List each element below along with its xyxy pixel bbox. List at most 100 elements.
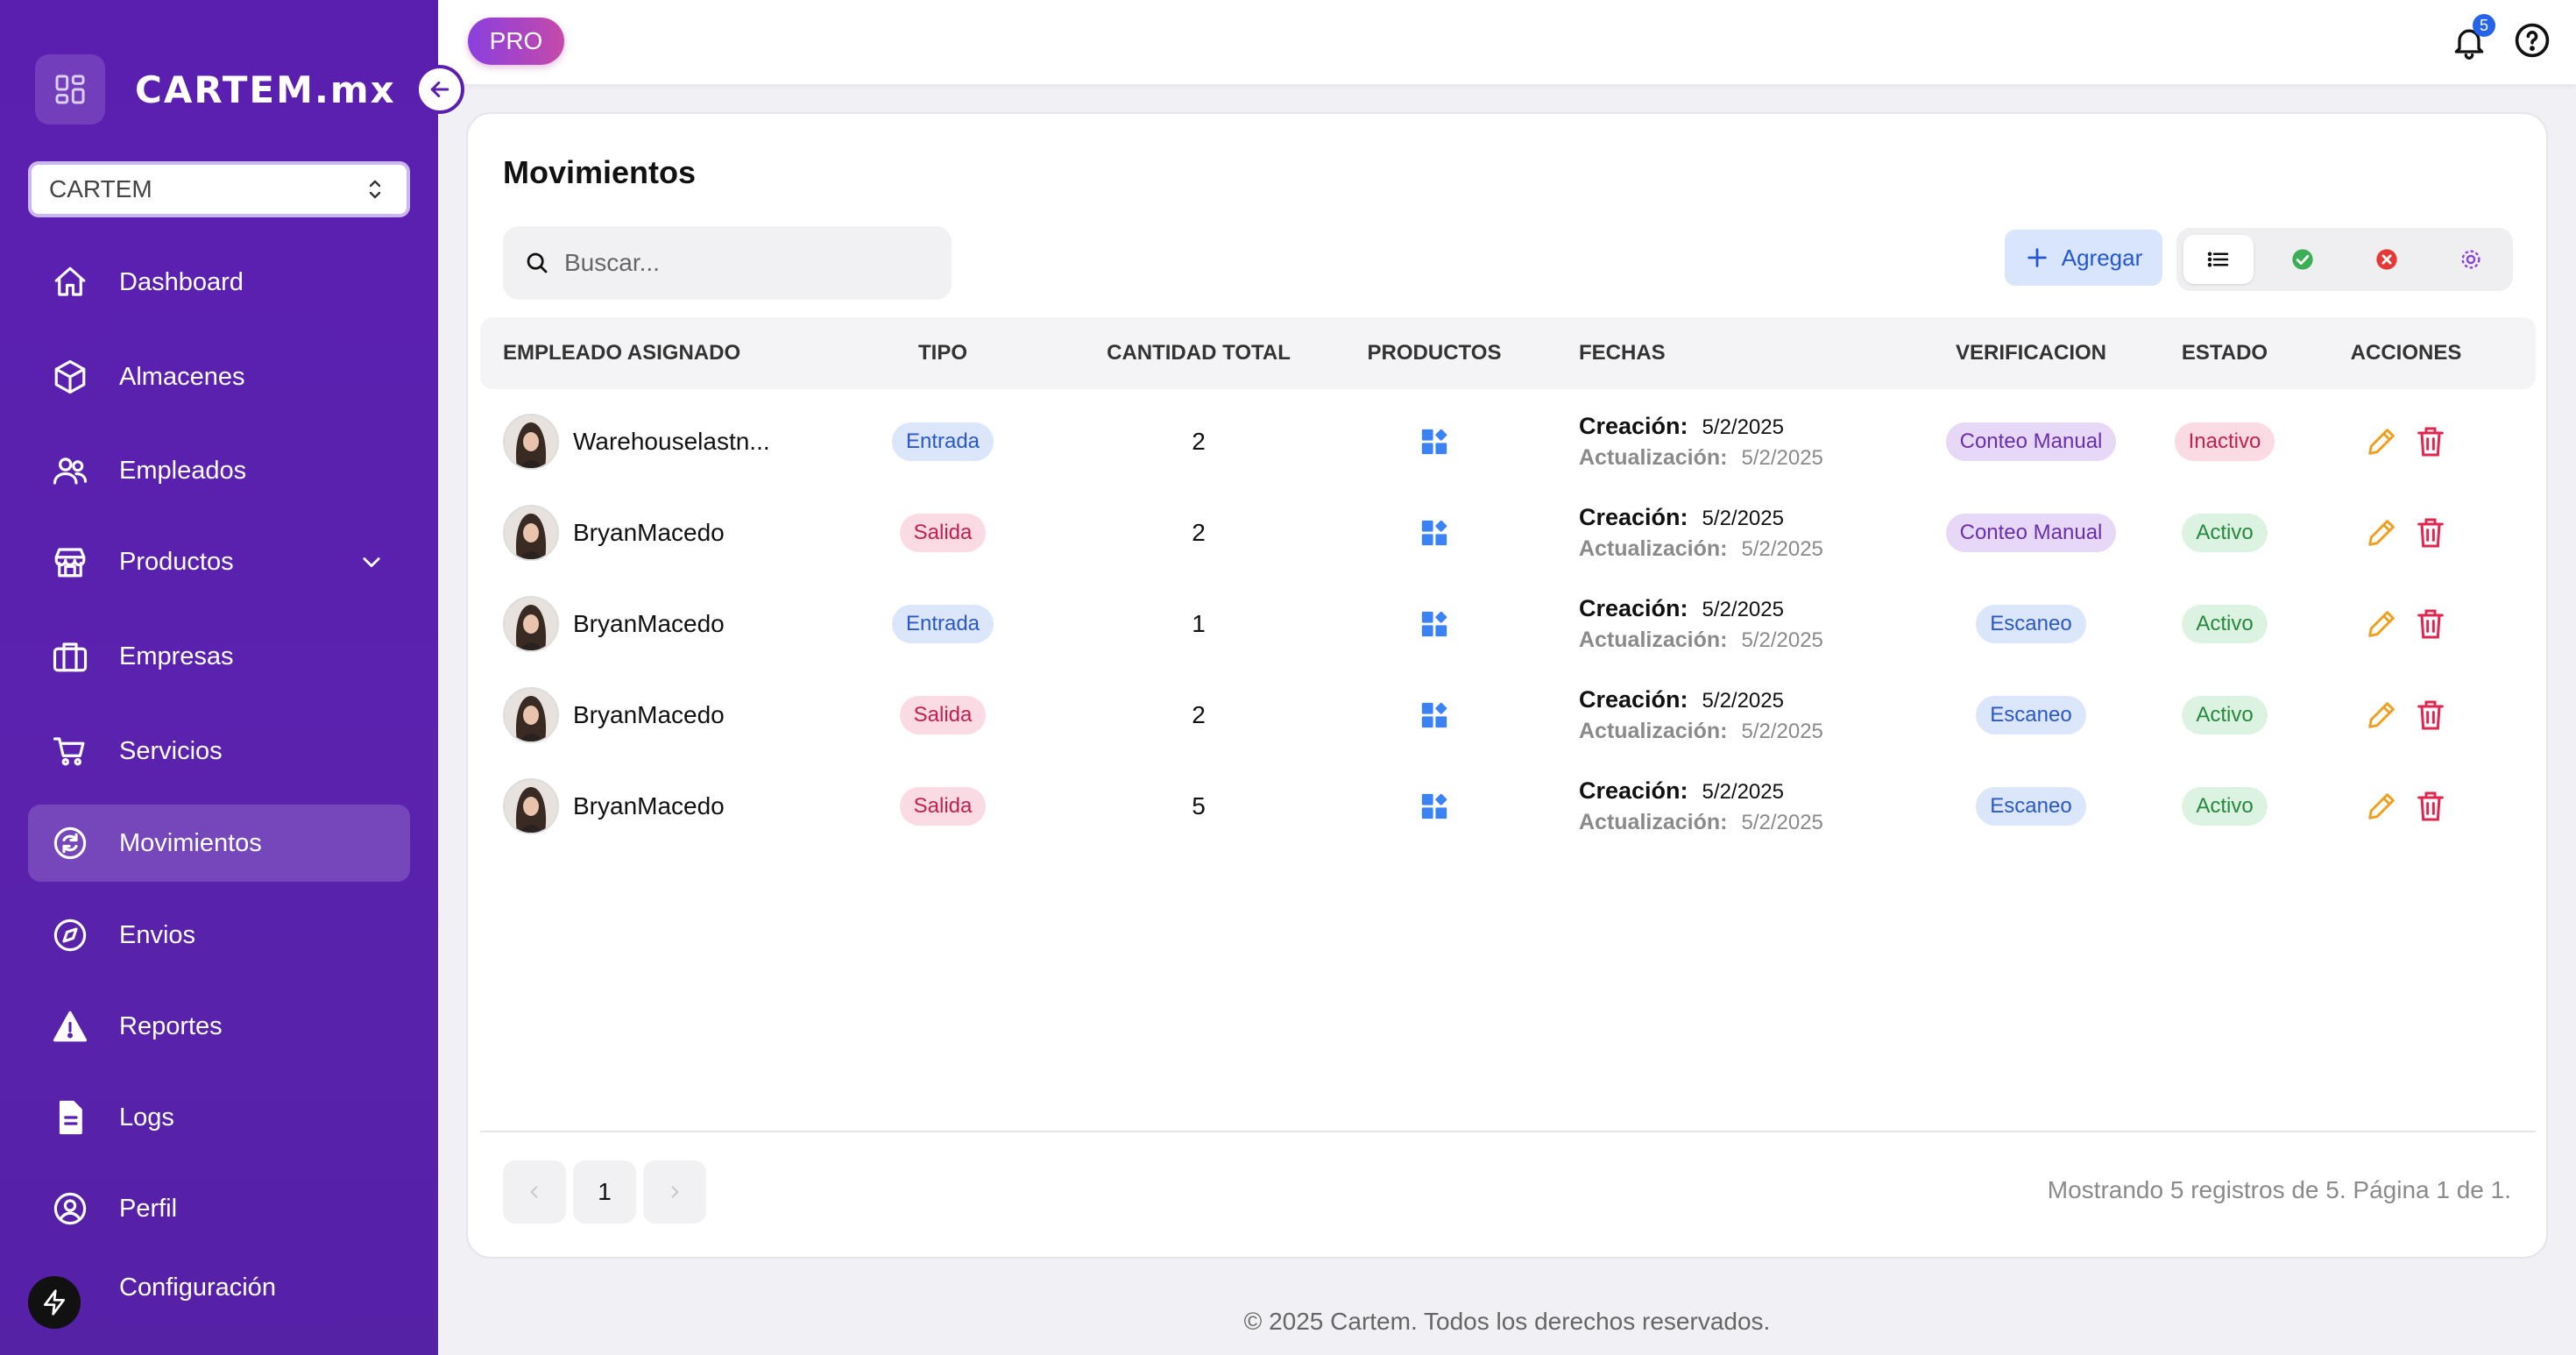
products-grid-icon[interactable]: [1419, 609, 1449, 639]
sidebar-item-dashboard[interactable]: Dashboard: [28, 244, 410, 321]
add-button-label: Agregar: [2061, 244, 2143, 271]
search-input[interactable]: [564, 249, 932, 277]
products-grid-icon[interactable]: [1419, 700, 1449, 730]
verification-badge: Escaneo: [1976, 696, 2086, 734]
type-badge: Salida: [899, 514, 987, 552]
sidebar-item-almacenes[interactable]: Almacenes: [28, 338, 410, 415]
next-page-button[interactable]: [643, 1160, 706, 1224]
employee-cell: BryanMacedo: [503, 670, 725, 761]
actions-cell: [2327, 761, 2485, 852]
products-grid-icon[interactable]: [1419, 518, 1449, 548]
page-number-button[interactable]: 1: [573, 1160, 636, 1224]
sidebar-item-movimientos[interactable]: Movimientos: [28, 805, 410, 882]
column-header-actions[interactable]: ACCIONES: [2327, 317, 2485, 389]
column-header-verification[interactable]: VERIFICACION: [1935, 317, 2127, 389]
table-row[interactable]: BryanMacedo Salida 2 Creación: 5/2/2025 Actua…: [480, 487, 2536, 578]
filter-settings-button[interactable]: [2436, 235, 2506, 284]
x-circle-icon: [2376, 249, 2397, 270]
store-icon: [51, 543, 89, 581]
sidebar-item-label: Perfil: [119, 1194, 178, 1223]
column-header-employee[interactable]: EMPLEADO ASIGNADO: [503, 317, 740, 389]
delete-trash-icon[interactable]: [2413, 515, 2448, 550]
edit-pencil-icon[interactable]: [2364, 607, 2399, 642]
avatar: [503, 687, 559, 743]
column-header-products[interactable]: PRODUCTOS: [1368, 317, 1502, 389]
sidebar-item-servicios[interactable]: Servicios: [28, 713, 410, 790]
column-header-quantity[interactable]: CANTIDAD TOTAL: [1093, 317, 1304, 389]
filter-active-button[interactable]: [2268, 235, 2338, 284]
sidebar-item-label: Configuración: [119, 1273, 276, 1302]
filter-all-button[interactable]: [2183, 235, 2254, 284]
edit-pencil-icon[interactable]: [2364, 515, 2399, 550]
products-grid-icon[interactable]: [1419, 427, 1449, 457]
column-header-status[interactable]: ESTADO: [2168, 317, 2282, 389]
table-row[interactable]: BryanMacedo Salida 5 Creación: 5/2/2025 Actua…: [480, 761, 2536, 852]
add-button[interactable]: Agregar: [2005, 230, 2162, 286]
products-grid-icon[interactable]: [1419, 791, 1449, 821]
search-box[interactable]: [503, 226, 952, 300]
status-badge: Activo: [2182, 696, 2268, 734]
topbar: PRO 5: [438, 0, 2576, 84]
column-header-dates[interactable]: FECHAS: [1579, 317, 1666, 389]
quantity-value: 5: [1192, 792, 1206, 819]
creation-label: Creación:: [1579, 413, 1688, 439]
creation-date: 5/2/2025: [1702, 780, 1784, 804]
creation-date: 5/2/2025: [1702, 415, 1784, 439]
compass-icon: [51, 916, 89, 954]
sidebar-item-empresas[interactable]: Empresas: [28, 618, 410, 695]
verification-cell: Escaneo: [1935, 670, 2127, 761]
avatar: [503, 778, 559, 834]
status-badge: Activo: [2182, 605, 2268, 643]
sidebar-item-envios[interactable]: Envios: [28, 897, 410, 974]
sidebar-item-label: Empresas: [119, 642, 234, 670]
edit-pencil-icon[interactable]: [2364, 698, 2399, 733]
table-row[interactable]: BryanMacedo Salida 2 Creación: 5/2/2025 Actua…: [480, 670, 2536, 761]
sidebar-item-productos[interactable]: Productos: [28, 523, 410, 600]
employee-name: BryanMacedo: [573, 701, 725, 728]
sidebar-item-label: Servicios: [119, 736, 223, 765]
arrow-left-icon: [430, 82, 449, 97]
table-row[interactable]: Warehouselastn... Entrada 2 Creación: 5/2/20…: [480, 396, 2536, 487]
check-circle-icon: [2292, 249, 2313, 270]
type-cell: Salida: [887, 487, 999, 578]
delete-trash-icon[interactable]: [2413, 789, 2448, 824]
bolt-icon[interactable]: [28, 1276, 81, 1329]
verification-cell: Conteo Manual: [1935, 396, 2127, 487]
collapse-sidebar-button[interactable]: [415, 65, 464, 114]
type-badge: Entrada: [891, 605, 994, 643]
list-icon: [2207, 252, 2229, 267]
quantity-value: 1: [1192, 610, 1206, 637]
filter-inactive-button[interactable]: [2352, 235, 2422, 284]
chevron-down-icon[interactable]: [359, 550, 384, 581]
dates-cell: Creación: 5/2/2025 Actualización: 5/2/2025: [1579, 487, 1823, 578]
edit-pencil-icon[interactable]: [2364, 424, 2399, 459]
table-row[interactable]: BryanMacedo Entrada 1 Creación: 5/2/2025 Actu…: [480, 578, 2536, 670]
creation-label: Creación:: [1579, 504, 1688, 530]
pro-badge[interactable]: PRO: [468, 18, 564, 65]
chevron-up-down-icon: [369, 180, 381, 199]
products-cell: [1369, 670, 1500, 761]
edit-pencil-icon[interactable]: [2364, 789, 2399, 824]
prev-page-button[interactable]: [503, 1160, 566, 1224]
sidebar-item-empleados[interactable]: Empleados: [28, 432, 410, 509]
sidebar-item-reportes[interactable]: Reportes: [28, 988, 410, 1065]
products-cell: [1369, 761, 1500, 852]
update-date: 5/2/2025: [1741, 446, 1823, 470]
type-cell: Salida: [887, 670, 999, 761]
sidebar-item-perfil[interactable]: Perfil: [28, 1170, 410, 1247]
delete-trash-icon[interactable]: [2413, 607, 2448, 642]
verification-cell: Conteo Manual: [1935, 487, 2127, 578]
type-cell: Entrada: [887, 578, 999, 670]
company-select[interactable]: CARTEM: [28, 161, 410, 217]
employee-name: BryanMacedo: [573, 792, 725, 819]
delete-trash-icon[interactable]: [2413, 698, 2448, 733]
creation-date: 5/2/2025: [1702, 689, 1784, 713]
employee-cell: BryanMacedo: [503, 761, 725, 852]
help-icon[interactable]: [2513, 21, 2551, 60]
column-header-type[interactable]: TIPO: [887, 317, 999, 389]
quantity-cell: 2: [1093, 670, 1304, 761]
delete-trash-icon[interactable]: [2413, 424, 2448, 459]
brand[interactable]: CARTEM.mx: [35, 54, 396, 124]
sidebar-item-logs[interactable]: Logs: [28, 1079, 410, 1156]
sidebar-item-configuracion[interactable]: Configuración: [28, 1249, 410, 1326]
